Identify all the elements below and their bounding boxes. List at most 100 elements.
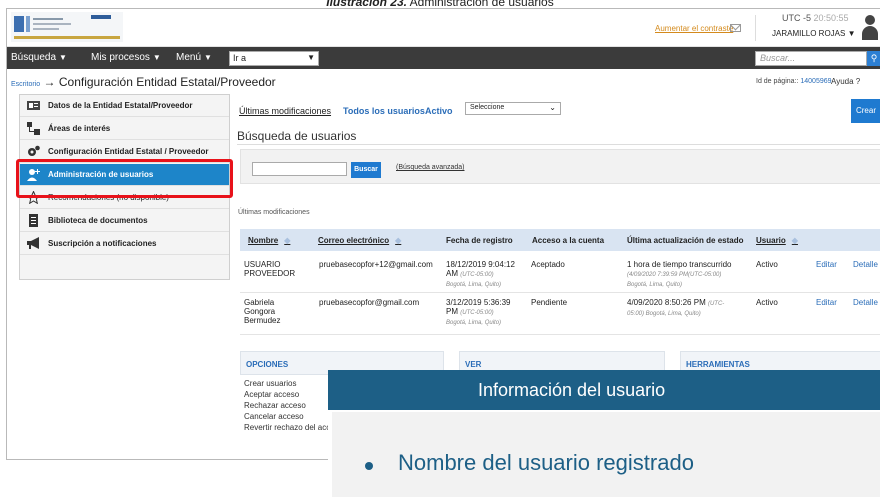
global-search-input[interactable]: Buscar... (755, 51, 867, 66)
table-row: USUARIO PROVEEDOR pruebasecopfor+12@gmail… (240, 251, 880, 293)
sidebar-item-label: Biblioteca de documentos (48, 216, 148, 225)
create-button[interactable]: Crear (851, 99, 880, 123)
caret-down-icon: ▼ (307, 53, 315, 62)
sort-icon: ◆ (791, 236, 798, 245)
top-header: Aumentar el contraste UTC -5 20:50:55 JA… (7, 9, 880, 47)
status-select[interactable]: Seleccione ⌄ (465, 102, 561, 115)
option-accept-access[interactable]: Aceptar acceso (244, 390, 299, 399)
update-sub: Bogotá, Lima, Quito) (627, 282, 683, 288)
option-revert-rejection[interactable]: Revertir rechazo del acces (244, 423, 339, 432)
date-city: Bogotá, Lima, Quito) (446, 282, 502, 288)
edit-link[interactable]: Editar (816, 298, 837, 307)
update-sub: (4/09/2020 7:39:59 PM(UTC-05:00) (627, 272, 722, 278)
document-icon (29, 214, 38, 227)
tab-all-users[interactable]: Todos los usuarios (343, 106, 425, 116)
cell-email: pruebasecopfor+12@gmail.com (319, 260, 433, 269)
option-cancel-access[interactable]: Cancelar acceso (244, 412, 304, 421)
col-name-label: Nombre (248, 236, 279, 245)
sidebar-item-notifications[interactable]: Suscripción a notificaciones (20, 233, 229, 255)
sidebar-item-entity-data[interactable]: Datos de la Entidad Estatal/Proveedor (20, 95, 229, 117)
date-line: PM (446, 307, 461, 316)
callout-title: Información del usuario (328, 370, 880, 410)
update-sub: 05:00) Bogotá, Lima, Quito) (627, 311, 701, 317)
nav-busqueda[interactable]: Búsqueda ▼ (11, 52, 67, 63)
header-divider (755, 15, 756, 41)
col-date: Fecha de registro (446, 236, 513, 245)
user-search-title: Búsqueda de usuarios (237, 129, 357, 143)
sidebar-item-label: Áreas de interés (48, 124, 111, 133)
divider (237, 144, 880, 145)
cell-update: 1 hora de tiempo transcurrido (4/09/2020 … (627, 260, 732, 289)
utc-time: 20:50:55 (813, 13, 849, 23)
info-callout: Información del usuario Nombre del usuar… (328, 370, 880, 497)
user-menu[interactable]: JARAMILLO ROJAS ▼ (772, 29, 856, 38)
caption-prefix: Ilustración 23. (326, 0, 407, 8)
sidebar-item-library[interactable]: Biblioteca de documentos (20, 210, 229, 232)
update-text: 4/09/2020 8:50:26 PM (627, 298, 708, 307)
date-city: Bogotá, Lima, Quito) (446, 320, 502, 326)
contrast-link[interactable]: Aumentar el contraste (655, 24, 733, 33)
col-update: Última actualización de estado (627, 236, 744, 245)
secop-logo (11, 12, 123, 42)
col-user[interactable]: Usuario ◆ (756, 236, 798, 245)
search-button[interactable]: Buscar (351, 162, 381, 178)
nav-mis-procesos[interactable]: Mis procesos ▼ (91, 52, 161, 63)
date-line: AM (446, 269, 461, 278)
cell-status: Activo (756, 298, 778, 307)
table-header: Nombre ◆ Correo electrónico ◆ Fecha de reg… (240, 229, 880, 251)
gears-icon (28, 145, 40, 156)
nav-menu-label: Menú (176, 52, 202, 63)
col-access: Acceso a la cuenta (532, 236, 605, 245)
id-card-icon (27, 101, 40, 110)
date-tz: (UTC-05:00) (460, 310, 494, 316)
option-reject-access[interactable]: Rechazar acceso (244, 401, 306, 410)
page-id: Id de página:: 14005969 (756, 78, 832, 85)
utc-clock: UTC -5 20:50:55 (782, 13, 849, 23)
goto-select[interactable]: Ir a ▼ (229, 51, 319, 66)
name-line: Bermudez (244, 316, 281, 325)
edit-link[interactable]: Editar (816, 260, 837, 269)
col-email[interactable]: Correo electrónico ◆ (318, 236, 401, 245)
mail-icon[interactable] (730, 24, 741, 32)
detail-link[interactable]: Detalle (853, 260, 878, 269)
tab-recent[interactable]: Últimas modificaciones (239, 106, 331, 116)
name-line: Gongora (244, 307, 276, 316)
status-select-value: Seleccione (470, 104, 505, 111)
nav-busqueda-label: Búsqueda (11, 52, 57, 63)
table-row: Gabriela Gongora Bermudez pruebasecopfor@g… (240, 293, 880, 335)
page-title: Configuración Entidad Estatal/Proveedor (58, 75, 276, 89)
cell-date: 18/12/2019 9:04:12 AM (UTC-05:00) Bogotá, … (446, 260, 515, 289)
help-link[interactable]: Ayuda ? (831, 77, 860, 86)
cell-name: Gabriela Gongora Bermudez (244, 298, 280, 325)
nav-menu[interactable]: Menú ▼ (176, 52, 212, 63)
option-create-users[interactable]: Crear usuarios (244, 379, 296, 388)
user-avatar-icon[interactable] (860, 11, 880, 43)
sidebar-item-label: Datos de la Entidad Estatal/Proveedor (48, 101, 193, 110)
update-sub: (UTC- (707, 301, 725, 307)
caption-text: Administración de usuarios (406, 0, 554, 8)
breadcrumb-root[interactable]: Escritorio (11, 81, 40, 88)
date-tz: (UTC-05:00) (460, 272, 494, 278)
breadcrumb-arrow: → (40, 75, 59, 89)
name-line: PROVEEDOR (244, 269, 296, 278)
tab-active[interactable]: Activo (425, 106, 453, 116)
sidebar-item-areas[interactable]: Áreas de interés (20, 118, 229, 140)
caret-down-icon: ▼ (204, 53, 212, 62)
figure-caption: Ilustración 23. Administración de usuari… (0, 0, 880, 8)
col-name[interactable]: Nombre ◆ (248, 236, 290, 245)
org-chart-icon (27, 122, 40, 135)
search-icon[interactable]: ⚲ (867, 51, 880, 66)
name-line: USUARIO (244, 260, 281, 269)
cell-email: pruebasecopfor@gmail.com (319, 298, 420, 307)
col-email-label: Correo electrónico (318, 236, 390, 245)
advanced-search-link[interactable]: (Búsqueda avanzada) (396, 164, 465, 171)
caret-down-icon: ▼ (59, 53, 67, 62)
caret-down-icon: ▼ (152, 53, 161, 62)
detail-link[interactable]: Detalle (853, 298, 878, 307)
user-search-input[interactable] (252, 162, 347, 176)
page-id-number[interactable]: 14005969 (800, 78, 831, 85)
page-id-label: Id de página:: (756, 78, 801, 85)
nav-mis-procesos-label: Mis procesos (91, 52, 150, 63)
date-line: 3/12/2019 5:36:39 (446, 298, 511, 307)
cell-name: USUARIO PROVEEDOR (244, 260, 295, 278)
